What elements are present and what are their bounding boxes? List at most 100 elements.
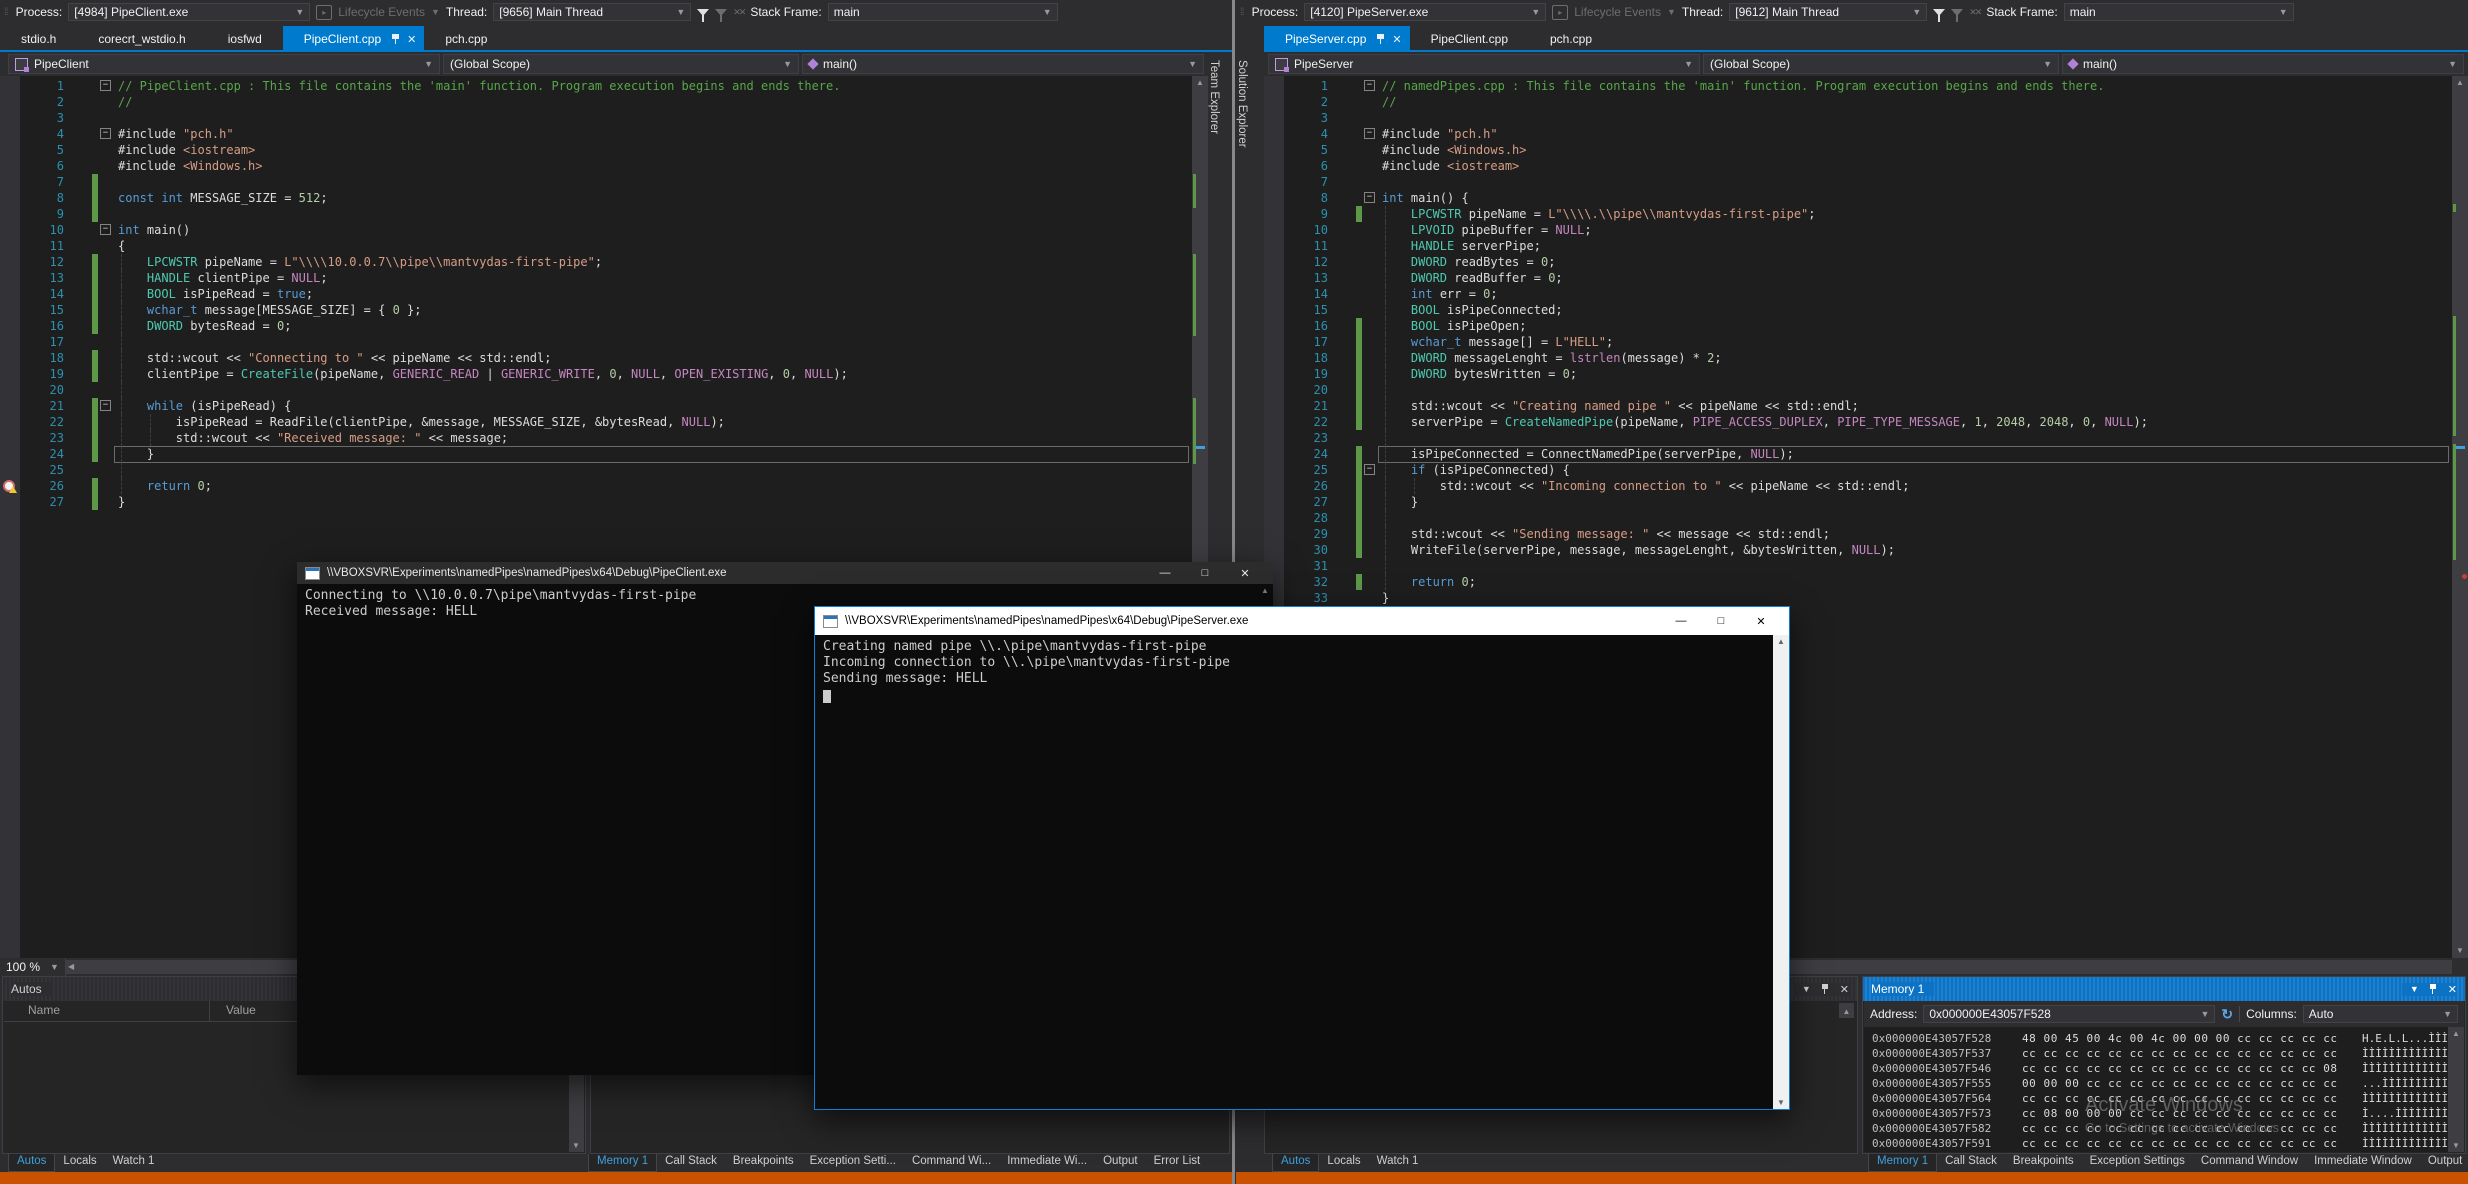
line-number[interactable]: 11: [1264, 238, 1328, 254]
console-title-bar[interactable]: \\VBOXSVR\Experiments\namedPipes\namedPi…: [297, 562, 1273, 584]
maximize-button[interactable]: □: [1185, 567, 1225, 580]
lifecycle-chevron-icon[interactable]: ▼: [431, 7, 440, 17]
line-number[interactable]: 33: [1264, 590, 1328, 606]
toolbar-grip[interactable]: ⁞⁞: [4, 7, 8, 18]
line-number[interactable]: 19: [1264, 366, 1328, 382]
line-number[interactable]: 17: [0, 334, 64, 350]
lifecycle-events-label[interactable]: Lifecycle Events: [338, 5, 425, 19]
line-number[interactable]: 1: [1264, 78, 1328, 94]
line-number[interactable]: 30: [1264, 542, 1328, 558]
thread-dropdown[interactable]: [9612] Main Thread▼: [1729, 3, 1927, 21]
line-number[interactable]: 12: [1264, 254, 1328, 270]
line-number[interactable]: 5: [0, 142, 64, 158]
line-number[interactable]: 21: [0, 398, 64, 414]
bottom-tab-Call Stack[interactable]: Call Stack: [657, 1154, 725, 1172]
close-icon[interactable]: ✕: [1392, 33, 1401, 46]
line-number[interactable]: 32: [1264, 574, 1328, 590]
tab-stdio.h[interactable]: stdio.h: [0, 26, 77, 52]
line-number[interactable]: 22: [1264, 414, 1328, 430]
line-number[interactable]: 5: [1264, 142, 1328, 158]
close-button[interactable]: ✕: [1741, 615, 1781, 628]
scroll-down-icon[interactable]: ▼: [2452, 944, 2468, 958]
scope-dropdown[interactable]: (Global Scope)▼: [443, 54, 799, 74]
breakpoint-warning-icon[interactable]: [3, 480, 15, 492]
line-number[interactable]: 20: [0, 382, 64, 398]
scroll-up-icon[interactable]: ▲: [2448, 1029, 2464, 1038]
bottom-tab-Call Stack[interactable]: Call Stack: [1937, 1154, 2005, 1172]
console-window-pipeserver[interactable]: \\VBOXSVR\Experiments\namedPipes\namedPi…: [814, 606, 1790, 1110]
flag-filter-icon[interactable]: [1951, 9, 1963, 16]
editor-vertical-scrollbar[interactable]: ▲ ▼: [2452, 76, 2468, 958]
project-dropdown[interactable]: PipeServer▼: [1268, 54, 1700, 74]
tab-iosfwd[interactable]: iosfwd: [207, 26, 283, 52]
tab-corecrt_wstdio.h[interactable]: corecrt_wstdio.h: [77, 26, 206, 52]
line-number[interactable]: 10: [1264, 222, 1328, 238]
bottom-tab-Exception Settings[interactable]: Exception Settings: [2082, 1154, 2193, 1172]
filter-icon[interactable]: [1933, 9, 1945, 16]
scroll-left-icon[interactable]: ◀: [68, 960, 74, 974]
line-number[interactable]: 7: [1264, 174, 1328, 190]
fold-collapse-icon[interactable]: −: [1364, 464, 1375, 475]
pin-icon[interactable]: [1821, 983, 1830, 995]
line-number[interactable]: 10: [0, 222, 64, 238]
close-icon[interactable]: ✕: [407, 33, 416, 46]
line-number[interactable]: 8: [1264, 190, 1328, 206]
scope-dropdown[interactable]: (Global Scope)▼: [1703, 54, 2059, 74]
line-number[interactable]: 14: [0, 286, 64, 302]
line-number[interactable]: 17: [1264, 334, 1328, 350]
line-number[interactable]: 16: [1264, 318, 1328, 334]
scroll-down-icon[interactable]: ▼: [2448, 1141, 2464, 1150]
refresh-icon[interactable]: ↻: [2221, 1006, 2233, 1023]
bottom-tab-Error List[interactable]: Error List: [1146, 1154, 1209, 1172]
line-number[interactable]: 4: [1264, 126, 1328, 142]
bottom-tab-Output[interactable]: Output: [1095, 1154, 1146, 1172]
bottom-tab-Autos[interactable]: Autos: [1272, 1154, 1319, 1172]
line-number[interactable]: 25: [1264, 462, 1328, 478]
tab-PipeClient.cpp[interactable]: PipeClient.cpp: [1410, 26, 1529, 52]
line-number[interactable]: 15: [1264, 302, 1328, 318]
fold-collapse-icon[interactable]: −: [100, 224, 111, 235]
line-number[interactable]: 24: [0, 446, 64, 462]
line-number[interactable]: 19: [0, 366, 64, 382]
stack-frame-dropdown[interactable]: main▼: [828, 3, 1058, 21]
console-title-bar[interactable]: \\VBOXSVR\Experiments\namedPipes\namedPi…: [815, 607, 1789, 635]
bottom-tab-Breakpoints[interactable]: Breakpoints: [725, 1154, 802, 1172]
autos-scrollbar[interactable]: ▲: [1839, 1003, 1854, 1018]
fold-collapse-icon[interactable]: −: [100, 400, 111, 411]
scroll-up-icon[interactable]: ▲: [1192, 76, 1208, 90]
scroll-down-icon[interactable]: ▼: [572, 1141, 580, 1150]
bottom-tab-Immediate Window[interactable]: Immediate Window: [2306, 1154, 2420, 1172]
column-divider[interactable]: [209, 1001, 210, 1021]
line-number[interactable]: 28: [1264, 510, 1328, 526]
bottom-tab-Breakpoints[interactable]: Breakpoints: [2005, 1154, 2082, 1172]
thread-dropdown[interactable]: [9656] Main Thread▼: [493, 3, 691, 21]
line-number[interactable]: 15: [0, 302, 64, 318]
tab-pch.cpp[interactable]: pch.cpp: [424, 26, 508, 52]
console-scrollbar[interactable]: ▲ ▼: [1773, 635, 1789, 1109]
process-dropdown[interactable]: [4984] PipeClient.exe▼: [68, 3, 310, 21]
line-number[interactable]: 29: [1264, 526, 1328, 542]
scroll-down-icon[interactable]: ▼: [1777, 1098, 1785, 1107]
lifecycle-events-icon[interactable]: ▸: [316, 5, 332, 20]
bottom-tab-Exception Setti...[interactable]: Exception Setti...: [802, 1154, 904, 1172]
line-number[interactable]: 3: [1264, 110, 1328, 126]
method-dropdown[interactable]: main()▼: [2062, 54, 2464, 74]
project-dropdown[interactable]: PipeClient▼: [8, 54, 440, 74]
pin-icon[interactable]: [2429, 983, 2438, 995]
flag-filter-icon[interactable]: [715, 9, 727, 16]
filter-icon[interactable]: [697, 9, 709, 16]
fold-collapse-icon[interactable]: −: [1364, 128, 1375, 139]
lifecycle-events-icon[interactable]: ▸: [1552, 5, 1568, 20]
process-dropdown[interactable]: [4120] PipeServer.exe▼: [1304, 3, 1546, 21]
tab-PipeServer.cpp[interactable]: PipeServer.cpp✕: [1264, 26, 1410, 52]
line-number[interactable]: 26: [1264, 478, 1328, 494]
close-icon[interactable]: ✕: [2448, 983, 2457, 996]
line-number[interactable]: 21: [1264, 398, 1328, 414]
close-button[interactable]: ✕: [1225, 567, 1265, 580]
line-number[interactable]: 9: [1264, 206, 1328, 222]
tab-pch.cpp[interactable]: pch.cpp: [1529, 26, 1613, 52]
pin-icon[interactable]: [1376, 33, 1386, 45]
memory-grid[interactable]: 0x000000E43057F52848 00 45 00 4c 00 4c 0…: [1864, 1027, 2448, 1152]
bottom-tab-Locals[interactable]: Locals: [55, 1154, 104, 1172]
suppress-icon[interactable]: ✕✕: [1969, 7, 1980, 18]
